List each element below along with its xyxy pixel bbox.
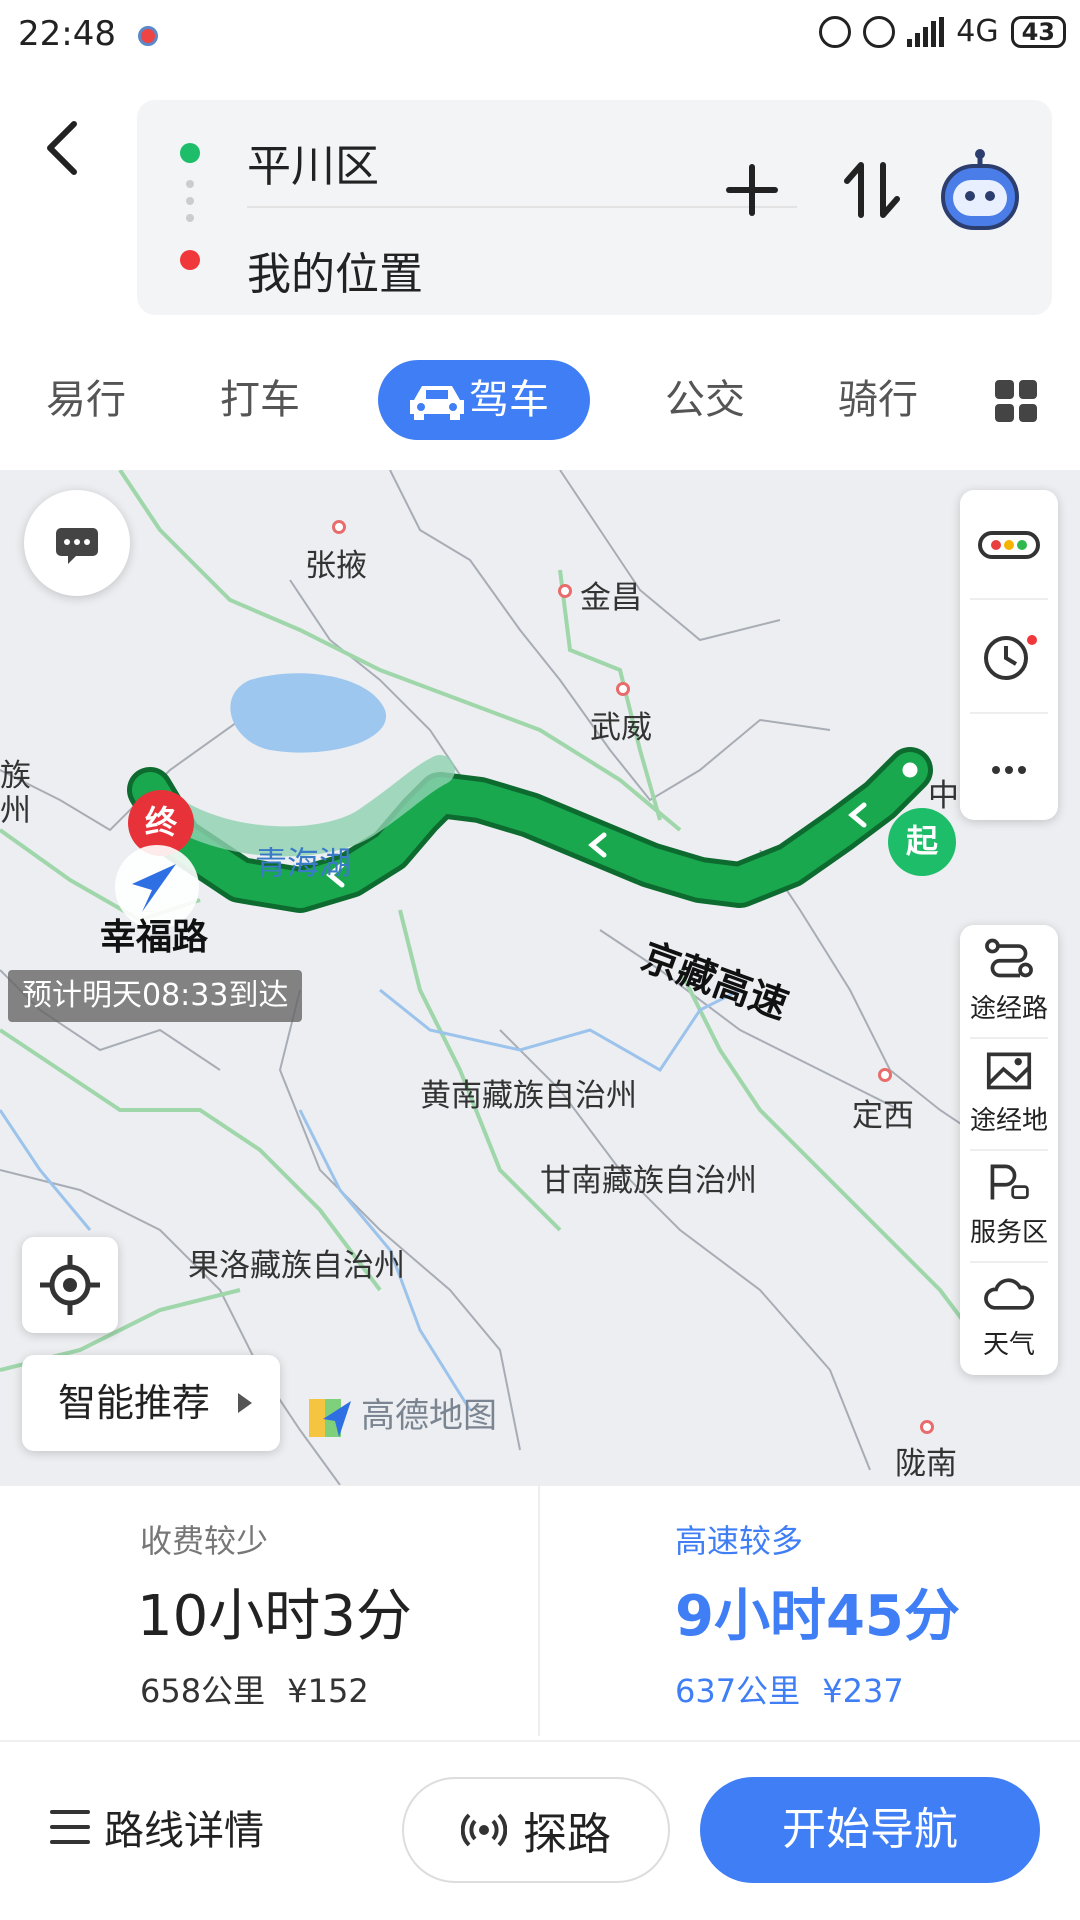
probe-road-label: 探路 (523, 1809, 611, 1860)
city-label-edge-zhong: 中 (928, 778, 959, 814)
start-marker[interactable]: 起 (888, 808, 956, 876)
signal-icon (907, 16, 945, 47)
hotspot-icon (819, 15, 852, 48)
city-label-zhangye: 张掖 (305, 548, 367, 584)
more-options-icon[interactable] (960, 720, 1058, 818)
city-label-huangnan: 黄南藏族自治州 (420, 1078, 637, 1114)
status-indicators: 4G 43 (819, 14, 1066, 49)
cloud-icon (984, 1278, 1034, 1310)
lake-label: 青海湖 (255, 844, 352, 882)
waypoint-road-label: 途经路 (969, 994, 1048, 1024)
start-dot-icon (180, 143, 200, 163)
tab-drive[interactable]: 驾车 (378, 360, 590, 440)
weather-button[interactable]: 天气 (960, 1271, 1058, 1361)
time-settings-icon[interactable] (960, 608, 1058, 706)
back-button[interactable] (42, 118, 82, 178)
bottom-action-bar: 路线详情 探路 开始导航 (0, 1740, 1080, 1920)
start-navigation-button[interactable]: 开始导航 (700, 1777, 1040, 1883)
tab-taxi[interactable]: 打车 (220, 360, 300, 440)
waypoint-place-button[interactable]: 途经地 (960, 1047, 1058, 1137)
city-label-dingxi: 定西 (852, 1098, 914, 1134)
service-area-button[interactable]: 服务区 (960, 1159, 1058, 1249)
route-meta: 658公里 ¥152 (140, 1666, 369, 1712)
city-label-jinchang: 金昌 (580, 580, 642, 616)
start-location-field[interactable]: 平川区 (247, 130, 379, 194)
route-duration: 9小时45分 (675, 1584, 960, 1649)
waypoint-road-button[interactable]: 途经路 (960, 935, 1058, 1025)
battery-indicator: 43 (1010, 15, 1066, 48)
amap-logo: 高德地图 (305, 1388, 497, 1443)
city-label-longnan: 陇南 (895, 1446, 957, 1482)
destination-road-label: 幸福路 (100, 917, 209, 958)
parking-coffee-icon (990, 1164, 1029, 1200)
status-time: 22:48 (18, 14, 116, 54)
route-duration: 10小时3分 (137, 1584, 412, 1649)
assistant-robot-icon[interactable] (937, 148, 1023, 234)
route-input-panel: 平川区 我的位置 (137, 100, 1052, 315)
swap-route-button[interactable] (837, 155, 907, 225)
divider (247, 206, 797, 208)
arrival-time-label: 预计明天08:33到达 (8, 970, 303, 1022)
route-option-card-selected[interactable]: 高速较多 9小时45分 637公里 ¥237 (540, 1486, 1080, 1736)
route-waypoint-icon (985, 938, 1033, 978)
city-label-wuwei: 武威 (590, 710, 652, 746)
travel-mode-tabs: 易行 打车 驾车 公交 骑行 (0, 360, 1080, 450)
broadcast-icon (461, 1813, 507, 1847)
map-tool-panel-bottom: 途经路 途经地 服务区 天气 (960, 925, 1058, 1375)
map-tool-panel-top (960, 490, 1058, 820)
tab-drive-label: 驾车 (469, 377, 549, 423)
end-dot-icon (180, 250, 200, 270)
network-type: 4G (956, 14, 999, 49)
city-label-edge-zhou: 州 (0, 793, 31, 829)
list-icon (50, 1810, 90, 1844)
status-bar: 22:48 4G 43 (0, 0, 1080, 75)
app-notification-icon (138, 26, 158, 46)
route-tag: 收费较少 (140, 1522, 269, 1560)
tab-cycling[interactable]: 骑行 (838, 360, 918, 440)
city-label-gannan: 甘南藏族自治州 (540, 1163, 757, 1199)
chevron-left-icon (47, 121, 77, 175)
chat-button[interactable] (24, 490, 130, 596)
traffic-light-icon[interactable] (960, 495, 1058, 593)
tab-transit[interactable]: 公交 (665, 360, 745, 440)
weather-label: 天气 (982, 1330, 1035, 1360)
more-modes-grid-icon[interactable] (995, 380, 1037, 422)
crosshair-icon (40, 1255, 100, 1315)
service-area-label: 服务区 (969, 1218, 1048, 1248)
route-details-label: 路线详情 (104, 1808, 264, 1854)
amap-logo-text: 高德地图 (361, 1396, 497, 1436)
chat-icon (56, 528, 98, 564)
destination-field[interactable]: 我的位置 (247, 238, 423, 302)
route-details-button[interactable]: 路线详情 (50, 1798, 264, 1856)
smart-recommend-button[interactable]: 智能推荐 (22, 1355, 280, 1451)
connector-dots (186, 180, 194, 222)
route-tag: 高速较多 (675, 1522, 804, 1560)
city-marker (920, 1420, 934, 1434)
waypoint-place-label: 途经地 (969, 1106, 1048, 1136)
route-options: 收费较少 10小时3分 658公里 ¥152 高速较多 9小时45分 637公里… (0, 1485, 1080, 1736)
smart-recommend-label: 智能推荐 (58, 1381, 211, 1425)
route-toll: ¥237 (822, 1672, 904, 1710)
route-toll: ¥152 (287, 1672, 369, 1710)
route-distance: 658公里 (140, 1672, 266, 1710)
route-option-card[interactable]: 收费较少 10小时3分 658公里 ¥152 (0, 1486, 540, 1736)
route-meta: 637公里 ¥237 (675, 1666, 904, 1712)
amap-logo-icon (309, 1398, 351, 1437)
map-pin-icon (986, 1052, 1032, 1090)
add-waypoint-button[interactable] (717, 155, 787, 225)
city-label-guoluo: 果洛藏族自治州 (188, 1248, 405, 1284)
tab-easy-travel[interactable]: 易行 (46, 360, 126, 440)
probe-road-button[interactable]: 探路 (402, 1777, 670, 1883)
city-marker (878, 1068, 892, 1082)
car-icon (410, 386, 464, 420)
route-distance: 637公里 (675, 1672, 801, 1710)
locate-me-button[interactable] (22, 1237, 118, 1333)
alarm-icon (863, 15, 896, 48)
map-view[interactable]: 张掖 金昌 武威 黄南藏族自治州 甘南藏族自治州 果洛藏族自治州 定西 陇南 族… (0, 470, 1080, 1485)
city-marker (616, 682, 630, 696)
city-marker (332, 520, 346, 534)
play-triangle-icon (238, 1393, 252, 1413)
city-marker (558, 584, 572, 598)
